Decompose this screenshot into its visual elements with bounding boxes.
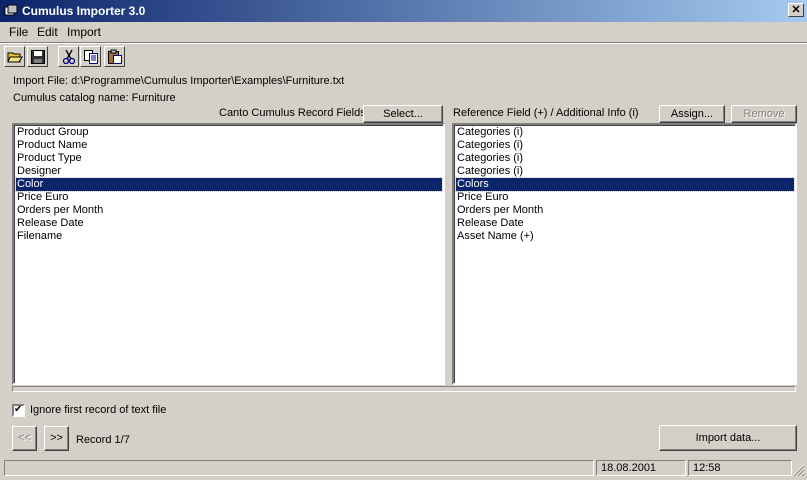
remove-button: Remove (731, 105, 797, 123)
open-button[interactable] (4, 46, 25, 67)
save-icon (31, 50, 45, 64)
reference-field-heading: Reference Field (+) / Additional Info (i… (453, 107, 639, 119)
open-folder-icon (7, 52, 23, 63)
next-record-button[interactable]: >> (44, 426, 69, 451)
record-field-item[interactable]: Product Name (16, 139, 442, 152)
cut-icon (62, 49, 76, 65)
status-time: 12:58 (688, 460, 792, 476)
copy-button[interactable] (80, 46, 101, 67)
ignore-first-record-label: Ignore first record of text file (30, 404, 167, 416)
paste-button[interactable] (104, 46, 125, 67)
record-field-item[interactable]: Orders per Month (16, 204, 442, 217)
catalog-name-label: Cumulus catalog name: Furniture (13, 92, 176, 104)
reference-field-item[interactable]: Price Euro (456, 191, 794, 204)
copy-icon (84, 50, 98, 64)
paste-icon (108, 49, 122, 64)
record-field-item[interactable]: Color (15, 177, 443, 192)
ignore-first-record-checkbox[interactable]: ✔ (12, 404, 25, 417)
reference-field-item[interactable]: Release Date (456, 217, 794, 230)
checkmark-icon: ✔ (14, 404, 23, 415)
record-field-item[interactable]: Designer (16, 165, 442, 178)
reference-field-item[interactable]: Categories (i) (456, 165, 794, 178)
record-fields-heading: Canto Cumulus Record Fields (219, 107, 366, 119)
menu-separator (0, 42, 807, 44)
save-button[interactable] (27, 46, 48, 67)
reference-field-item[interactable]: Categories (i) (456, 152, 794, 165)
size-grip-icon[interactable] (792, 464, 805, 477)
reference-field-item[interactable]: Categories (i) (456, 139, 794, 152)
menu-edit[interactable]: Edit (37, 25, 58, 39)
window-title: Cumulus Importer 3.0 (22, 4, 146, 18)
status-date: 18.08.2001 (596, 460, 686, 476)
import-data-button[interactable]: Import data... (659, 425, 797, 451)
select-button[interactable]: Select... (363, 105, 443, 123)
reference-field-item[interactable]: Categories (i) (456, 126, 794, 139)
menu-import[interactable]: Import (67, 25, 101, 39)
reference-field-item[interactable]: Orders per Month (456, 204, 794, 217)
status-message (4, 460, 594, 476)
reference-fields-list[interactable]: Categories (i) Categories (i) Categories (… (452, 123, 797, 385)
record-field-item[interactable]: Release Date (16, 217, 442, 230)
close-icon: ✕ (791, 4, 801, 16)
title-bar[interactable]: Cumulus Importer 3.0 ✕ (0, 0, 807, 22)
close-button[interactable]: ✕ (788, 3, 804, 17)
record-field-item[interactable]: Price Euro (16, 191, 442, 204)
record-field-item[interactable]: Product Group (16, 126, 442, 139)
record-field-item[interactable]: Product Type (16, 152, 442, 165)
app-icon (4, 4, 18, 16)
reference-field-item[interactable]: Asset Name (+) (456, 230, 794, 243)
cut-button[interactable] (58, 46, 79, 67)
horizontal-splitter[interactable] (12, 386, 796, 392)
import-file-label: Import File: d:\Programme\Cumulus Import… (13, 75, 345, 87)
previous-record-button: << (12, 426, 37, 451)
record-field-item[interactable]: Filename (16, 230, 442, 243)
assign-button[interactable]: Assign... (659, 105, 725, 123)
menu-file[interactable]: File (9, 25, 28, 39)
record-fields-list[interactable]: Product Group Product Name Product Type Des… (12, 123, 445, 385)
menu-bar: File Edit Import (0, 22, 807, 42)
reference-field-item[interactable]: Colors (455, 177, 795, 192)
record-counter: Record 1/7 (76, 434, 130, 446)
